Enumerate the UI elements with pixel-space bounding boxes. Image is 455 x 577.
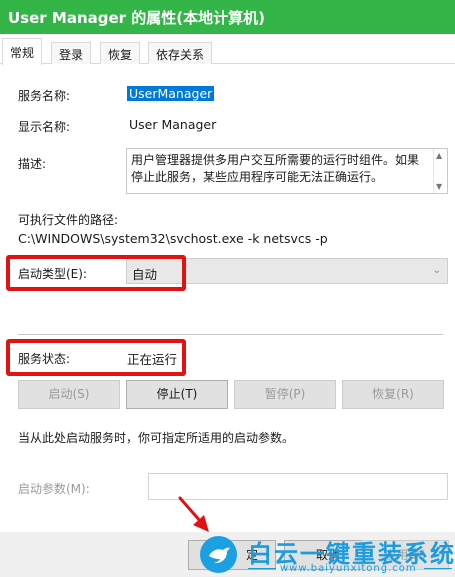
- scroll-down-icon[interactable]: ▼: [436, 182, 442, 191]
- exe-path-value: C:\WINDOWS\system32\svchost.exe -k netsv…: [18, 231, 328, 246]
- chevron-down-icon: ⌄: [432, 265, 441, 276]
- tab-dependencies[interactable]: 依存关系: [148, 42, 213, 64]
- watermark-url: www.baiyunxitong.com: [280, 563, 417, 574]
- title-bar: User Manager 的属性(本地计算机): [0, 0, 455, 34]
- resume-button[interactable]: 恢复(R): [342, 380, 444, 409]
- display-name-value[interactable]: User Manager: [129, 117, 216, 132]
- annotation-service-status: [6, 339, 186, 376]
- service-name-label: 服务名称:: [18, 89, 71, 103]
- scroll-up-icon[interactable]: ▲: [436, 151, 442, 160]
- start-params-label: 启动参数(M):: [18, 482, 90, 496]
- watermark-line-left: [248, 568, 276, 569]
- start-params-hint: 当从此处启动服务时，你可指定所适用的启动参数。: [18, 431, 295, 445]
- description-text: 用户管理器提供多用户交互所需要的运行时组件。如果停止此服务，某些应用程序可能无法…: [131, 153, 420, 184]
- exe-path-label: 可执行文件的路径:: [18, 213, 119, 227]
- service-name-value[interactable]: UserManager: [127, 86, 215, 101]
- tab-general[interactable]: 常规: [2, 38, 43, 65]
- pause-button[interactable]: 暂停(P): [234, 380, 336, 409]
- stop-button[interactable]: 停止(T): [126, 380, 228, 409]
- start-button[interactable]: 启动(S): [18, 380, 120, 409]
- section-separator: [18, 334, 443, 335]
- watermark: 白云一键重装系统 www.baiyunxitong.com: [196, 534, 455, 577]
- annotation-arrow-icon: [178, 496, 209, 532]
- annotation-startup-type: [6, 255, 186, 291]
- tab-recovery[interactable]: 恢复: [100, 42, 141, 64]
- tab-logon[interactable]: 登录: [51, 42, 92, 64]
- bird-logo-icon: [200, 536, 237, 573]
- description-label: 描述:: [18, 157, 47, 171]
- description-scrollbar[interactable]: ▲ ▼: [433, 149, 447, 193]
- description-box[interactable]: 用户管理器提供多用户交互所需要的运行时组件。如果停止此服务，某些应用程序可能无法…: [126, 148, 448, 194]
- window-title: User Manager 的属性(本地计算机): [8, 9, 265, 27]
- display-name-label: 显示名称:: [18, 120, 71, 134]
- tab-strip: 常规 登录 恢复 依存关系: [0, 38, 455, 65]
- watermark-line-right: [424, 568, 452, 569]
